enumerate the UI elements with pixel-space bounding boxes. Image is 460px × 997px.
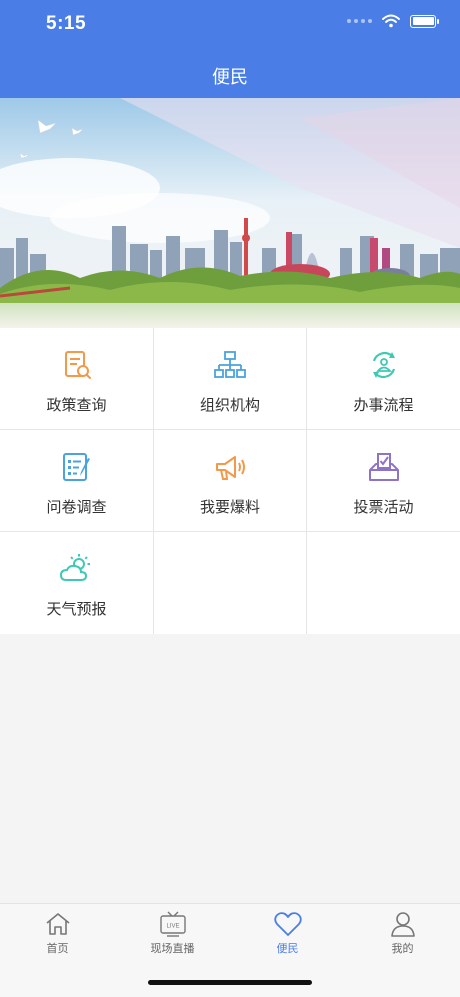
tab-live[interactable]: LIVE 现场直播 [115, 904, 230, 964]
heart-icon [273, 910, 302, 938]
weather-icon [59, 552, 94, 586]
user-icon [389, 910, 417, 938]
grid-item-organization[interactable]: 组织机构 [154, 328, 306, 429]
tab-home[interactable]: 首页 [0, 904, 115, 964]
grid-item-label: 组织机构 [199, 397, 260, 414]
policy-search-icon [60, 348, 94, 382]
tab-convenience[interactable]: 便民 [230, 904, 345, 964]
grid-item-policy-search[interactable]: 政策查询 [0, 328, 153, 429]
tab-label: 我的 [391, 943, 414, 955]
live-tv-icon: LIVE [159, 910, 187, 938]
status-indicators [347, 14, 439, 28]
grid-item-label: 我要爆料 [199, 499, 260, 516]
signal-icon [347, 19, 372, 23]
live-badge-text: LIVE [166, 924, 179, 930]
grid-item-label: 投票活动 [353, 499, 414, 516]
org-chart-icon [213, 348, 247, 382]
top-header: 5:15 便民 [0, 0, 460, 98]
home-icon [44, 910, 72, 938]
questionnaire-icon [60, 450, 94, 484]
grid-item-label: 政策查询 [46, 397, 107, 414]
megaphone-icon [213, 450, 247, 484]
tab-label: 便民 [276, 943, 299, 955]
grid-item-voting[interactable]: 投票活动 [307, 430, 460, 531]
battery-icon [410, 14, 439, 28]
ballot-box-icon [367, 450, 401, 484]
process-cycle-icon [367, 348, 401, 382]
grid-empty-cell [154, 532, 306, 634]
grid-item-weather[interactable]: 天气预报 [0, 532, 153, 634]
home-indicator [148, 980, 312, 985]
service-grid: 政策查询 组织机构 办事流程 问卷调查 我要爆料 投票活动 天气预报 [0, 328, 460, 634]
wifi-icon [382, 14, 400, 28]
tab-profile[interactable]: 我的 [345, 904, 460, 964]
city-banner-image [0, 98, 460, 328]
grid-empty-cell [307, 532, 460, 634]
grid-item-label: 天气预报 [46, 601, 107, 618]
grid-item-label: 问卷调查 [46, 499, 107, 516]
grid-item-label: 办事流程 [353, 397, 414, 414]
tab-label: 现场直播 [150, 943, 195, 955]
grid-item-report-tip[interactable]: 我要爆料 [154, 430, 306, 531]
grid-item-process[interactable]: 办事流程 [307, 328, 460, 429]
tab-label: 首页 [46, 943, 69, 955]
status-time: 5:15 [46, 13, 87, 34]
page-title: 便民 [212, 67, 248, 87]
grid-item-questionnaire[interactable]: 问卷调查 [0, 430, 153, 531]
